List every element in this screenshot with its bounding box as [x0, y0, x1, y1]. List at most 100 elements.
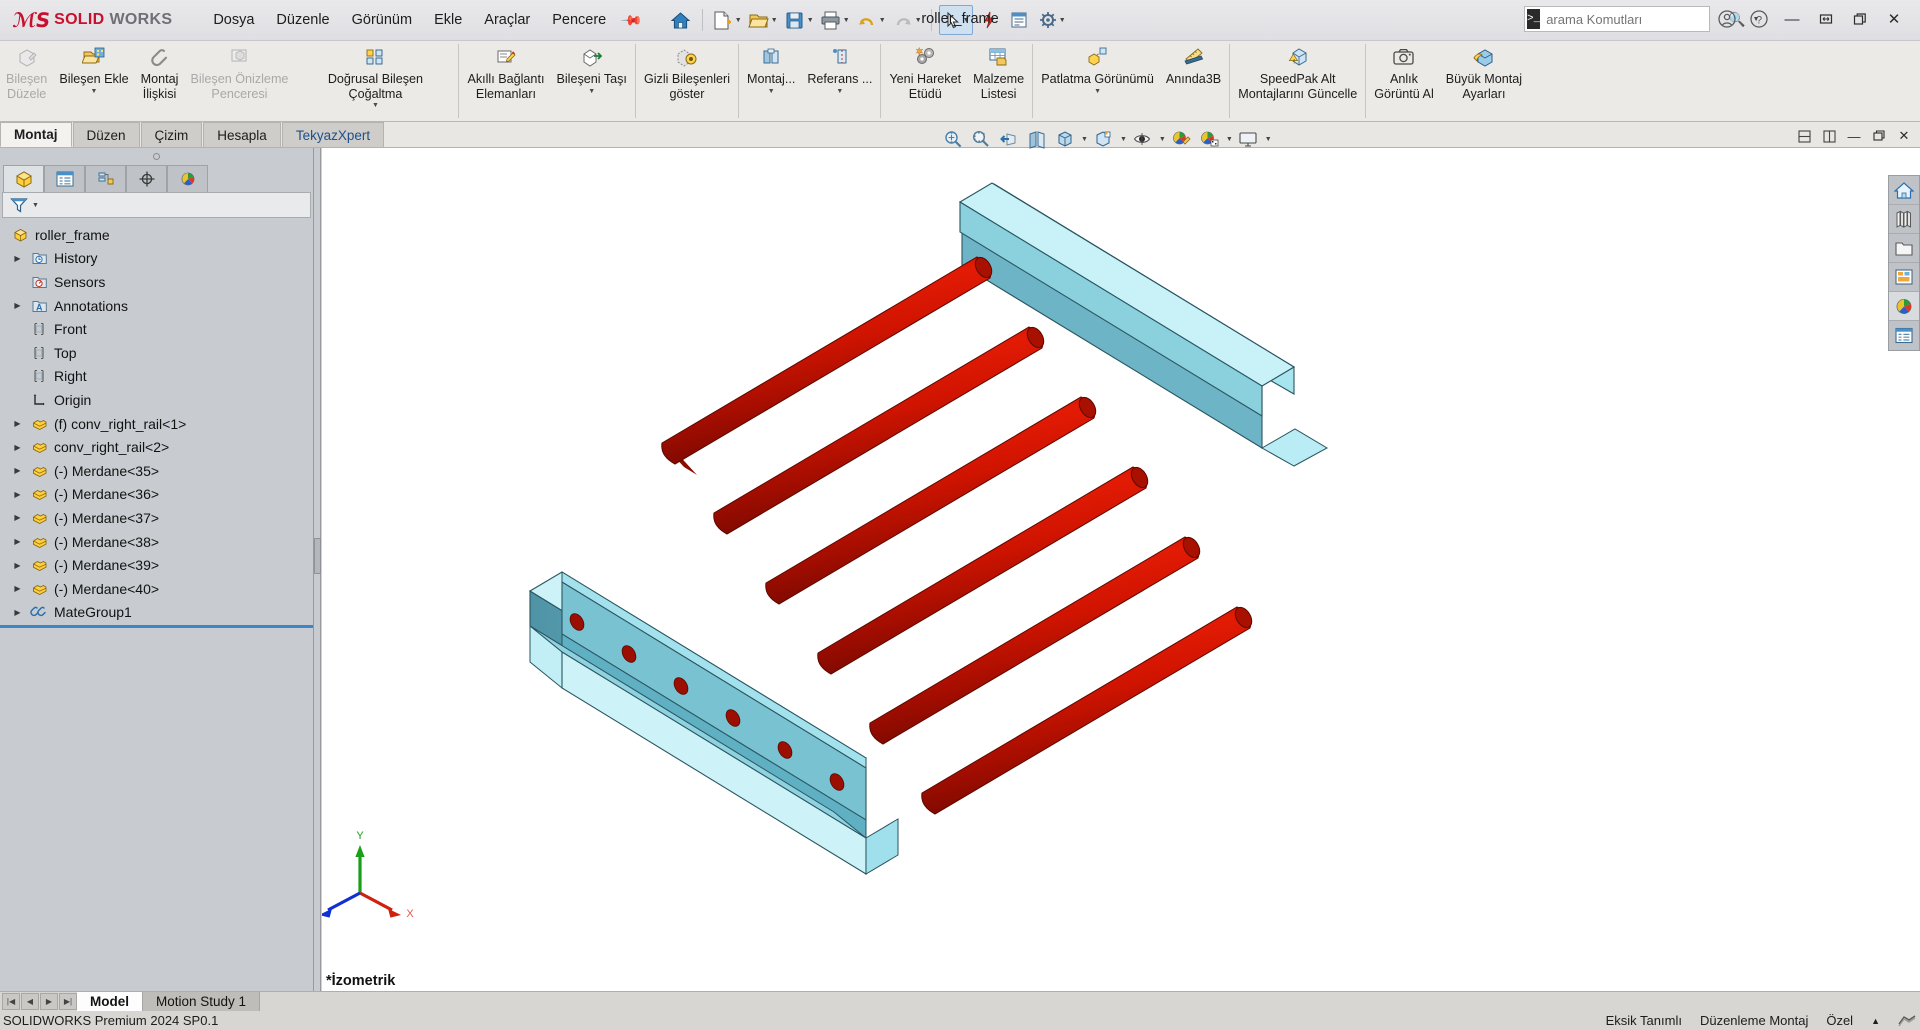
panel-grip-handle[interactable]: [0, 148, 313, 164]
ribbon-speedpak-update[interactable]: ! SpeedPak Alt Montajlarını Güncelle: [1232, 41, 1363, 121]
expand-arrow-icon[interactable]: ▶: [8, 443, 27, 452]
tab-montaj[interactable]: Montaj: [0, 122, 72, 147]
tree-item-merdane-37[interactable]: ▶ (-) Merdane<37>: [0, 506, 313, 530]
graphics-viewport[interactable]: Y X Z *İzometrik: [322, 148, 1920, 991]
home-icon[interactable]: [667, 5, 695, 35]
section-view-icon[interactable]: [1024, 126, 1049, 152]
display-manager-tab[interactable]: [167, 165, 208, 192]
tab-tekyazxpert[interactable]: TekyazXpert: [281, 122, 385, 147]
view-orientation-icon[interactable]: [1052, 126, 1077, 152]
account-circle-icon[interactable]: [1712, 4, 1742, 34]
new-document-icon[interactable]: ▼: [710, 5, 744, 35]
chevron-up-icon[interactable]: ▲: [1871, 1016, 1880, 1026]
zoom-to-area-icon[interactable]: [968, 126, 993, 152]
feature-tree-filter[interactable]: ▼: [2, 192, 311, 218]
edit-appearance-icon[interactable]: [1169, 126, 1194, 152]
feature-manager-tree-tab[interactable]: [3, 165, 44, 192]
redo-icon[interactable]: ▼: [890, 5, 924, 35]
chevron-down-icon[interactable]: ▼: [1159, 136, 1166, 143]
tree-item-merdane-36[interactable]: ▶ (-) Merdane<36>: [0, 483, 313, 507]
expand-arrow-icon[interactable]: ▶: [8, 513, 27, 522]
chevron-down-icon[interactable]: ▼: [1081, 136, 1088, 143]
tree-item-conv-right-rail-2[interactable]: ▶ conv_right_rail<2>: [0, 435, 313, 459]
chevron-down-icon[interactable]: ▼: [843, 17, 850, 24]
ribbon-assembly-features[interactable]: Montaj... ▼: [741, 41, 801, 121]
model-3d-render[interactable]: [322, 148, 1920, 991]
previous-tab-button[interactable]: ◀: [21, 993, 39, 1010]
ribbon-show-hidden-components[interactable]: Gizli Bileşenleri göster: [638, 41, 736, 121]
tree-item-right-plane[interactable]: Right: [0, 365, 313, 389]
tab-duzen[interactable]: Düzen: [72, 122, 140, 147]
chevron-down-icon[interactable]: ▼: [1059, 17, 1066, 24]
zoom-to-fit-icon[interactable]: [940, 126, 965, 152]
tree-item-merdane-38[interactable]: ▶ (-) Merdane<38>: [0, 530, 313, 554]
expand-arrow-icon[interactable]: ▶: [8, 466, 27, 475]
tree-item-roller-frame[interactable]: roller_frame: [0, 223, 313, 247]
chevron-down-icon[interactable]: ▼: [588, 88, 595, 95]
panel-splitter[interactable]: [314, 148, 321, 991]
tree-item-mategroup1[interactable]: ▶ MateGroup1: [0, 601, 313, 625]
bottom-tab-model[interactable]: Model: [77, 991, 143, 1012]
home-panel-icon[interactable]: [1889, 176, 1919, 205]
chevron-down-icon[interactable]: ▼: [1094, 88, 1101, 95]
property-manager-tab[interactable]: [44, 165, 85, 192]
close-icon[interactable]: ✕: [1878, 4, 1910, 34]
last-tab-button[interactable]: ▶|: [59, 993, 77, 1010]
view-palette-icon[interactable]: [1889, 263, 1919, 292]
expand-arrow-icon[interactable]: ▶: [8, 254, 27, 263]
expand-arrow-icon[interactable]: ▶: [8, 537, 27, 546]
expand-arrow-icon[interactable]: ▶: [8, 561, 27, 570]
hide-show-items-icon[interactable]: [1130, 126, 1155, 152]
chevron-down-icon[interactable]: ▼: [91, 88, 98, 95]
open-document-icon[interactable]: ▼: [746, 5, 780, 35]
maximize-window-icon[interactable]: [1844, 4, 1876, 34]
expand-arrow-icon[interactable]: ▶: [8, 419, 27, 428]
ribbon-component-preview[interactable]: Bileşen Önizleme Penceresi: [184, 41, 294, 121]
close-document-icon[interactable]: ✕: [1892, 126, 1916, 146]
previous-view-icon[interactable]: [996, 126, 1021, 152]
ribbon-move-component[interactable]: Bileşeni Taşı ▼: [550, 41, 632, 121]
next-tab-button[interactable]: ▶: [40, 993, 58, 1010]
tangent-edges-icon[interactable]: [1898, 1014, 1916, 1028]
ribbon-new-motion-study[interactable]: Yeni Hareket Etüdü: [883, 41, 967, 121]
ribbon-exploded-view[interactable]: Patlatma Görünümü ▼: [1035, 41, 1160, 121]
menu-item-ekle[interactable]: Ekle: [423, 9, 473, 31]
display-style-icon[interactable]: [1091, 126, 1116, 152]
chevron-down-icon[interactable]: ▼: [963, 17, 970, 24]
tree-item-front-plane[interactable]: Front: [0, 317, 313, 341]
ribbon-mate[interactable]: Montaj İlişkisi: [135, 41, 185, 121]
tree-item-merdane-39[interactable]: ▶ (-) Merdane<39>: [0, 553, 313, 577]
tree-item-merdane-40[interactable]: ▶ (-) Merdane<40>: [0, 577, 313, 601]
configuration-manager-tab[interactable]: [85, 165, 126, 192]
ribbon-take-snapshot[interactable]: Anlık Görüntü Al: [1368, 41, 1440, 121]
chevron-down-icon[interactable]: ▼: [771, 17, 778, 24]
help-circle-icon[interactable]: ?: [1744, 4, 1774, 34]
expand-arrow-icon[interactable]: ▶: [8, 608, 27, 617]
chevron-down-icon[interactable]: ▼: [32, 202, 39, 209]
dimxpert-manager-tab[interactable]: [126, 165, 167, 192]
tree-item-merdane-35[interactable]: ▶ (-) Merdane<35>: [0, 459, 313, 483]
undo-icon[interactable]: ▼: [854, 5, 888, 35]
expand-arrow-icon[interactable]: ▶: [8, 490, 27, 499]
tree-item-sensors[interactable]: Sensors: [0, 270, 313, 294]
menu-item-dosya[interactable]: Dosya: [202, 9, 265, 31]
save-icon[interactable]: ▼: [782, 5, 816, 35]
tree-item-origin[interactable]: Origin: [0, 388, 313, 412]
appearances-scenes-icon[interactable]: [1889, 292, 1919, 321]
ribbon-linear-component-pattern[interactable]: Doğrusal Bileşen Çoğaltma ▼: [294, 41, 456, 121]
chevron-down-icon[interactable]: ▼: [768, 88, 775, 95]
ribbon-bill-of-materials[interactable]: Malzeme Listesi: [967, 41, 1030, 121]
chevron-down-icon[interactable]: ▼: [807, 17, 814, 24]
expand-arrow-icon[interactable]: ▶: [8, 301, 27, 310]
restore-window-icon[interactable]: [1810, 4, 1842, 34]
search-input[interactable]: [1546, 11, 1723, 27]
minimize-icon[interactable]: —: [1776, 4, 1808, 34]
menu-item-duzenle[interactable]: Düzenle: [265, 9, 340, 31]
custom-properties-icon[interactable]: [1889, 321, 1919, 350]
chevron-down-icon[interactable]: ▼: [1226, 136, 1233, 143]
tab-hesapla[interactable]: Hesapla: [203, 122, 281, 147]
tile-horizontally-icon[interactable]: [1792, 126, 1816, 146]
chevron-down-icon[interactable]: ▼: [915, 17, 922, 24]
tree-item-history[interactable]: ▶ History: [0, 247, 313, 271]
search-commands-box[interactable]: >_ 🔍 ▼: [1524, 6, 1760, 32]
